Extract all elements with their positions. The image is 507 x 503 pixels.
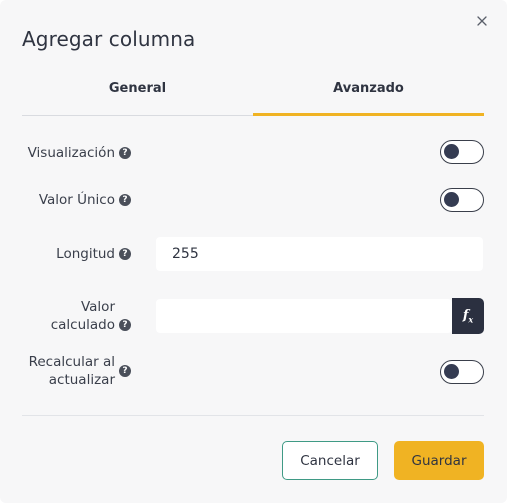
tab-avanzado[interactable]: Avanzado — [253, 72, 484, 116]
dialog-title: Agregar columna — [22, 27, 196, 51]
valor-calculado-label-group: Valor calculado ? — [51, 298, 131, 334]
longitud-input[interactable] — [156, 237, 483, 271]
function-icon[interactable]: fx — [452, 298, 484, 334]
visualizacion-label: Visualización — [27, 145, 115, 161]
valor-calculado-label: Valor calculado — [50, 299, 115, 334]
visualizacion-label-group: Visualización ? — [28, 144, 131, 162]
toggle-knob — [444, 192, 459, 207]
recalcular-label: Recalcular al actualizar — [28, 354, 115, 389]
save-button[interactable]: Guardar — [394, 441, 484, 480]
longitud-label: Longitud — [56, 246, 115, 262]
valor-unico-label: Valor Único — [38, 192, 115, 208]
visualizacion-toggle[interactable] — [440, 140, 484, 164]
help-icon[interactable]: ? — [119, 319, 131, 332]
add-column-dialog: Agregar columna General Avanzado Visuali… — [0, 0, 507, 503]
valor-unico-toggle[interactable] — [440, 188, 484, 212]
tab-general[interactable]: General — [22, 72, 253, 115]
valor-unico-label-group: Valor Único ? — [39, 191, 131, 209]
toggle-knob — [444, 144, 459, 159]
footer-divider — [22, 415, 484, 416]
close-icon[interactable] — [476, 15, 492, 31]
toggle-knob — [444, 364, 459, 379]
help-icon[interactable]: ? — [119, 248, 131, 261]
recalcular-label-group: Recalcular al actualizar ? — [29, 353, 131, 389]
help-icon[interactable]: ? — [119, 365, 131, 378]
cancel-button[interactable]: Cancelar — [282, 441, 378, 480]
longitud-label-group: Longitud ? — [56, 245, 131, 263]
valor-calculado-input[interactable] — [156, 299, 452, 333]
help-icon[interactable]: ? — [119, 147, 131, 160]
help-icon[interactable]: ? — [119, 194, 131, 207]
tab-bar: General Avanzado — [22, 72, 484, 116]
recalcular-toggle[interactable] — [440, 360, 484, 384]
